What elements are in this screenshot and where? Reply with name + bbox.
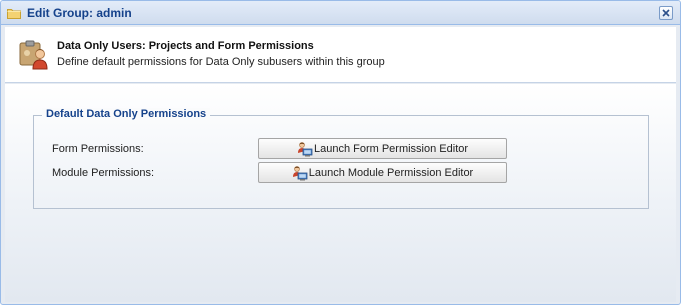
header-panel: Data Only Users: Projects and Form Permi… <box>5 27 676 83</box>
form-permissions-label: Form Permissions: <box>52 143 144 155</box>
content-panel: Default Data Only Permissions Form Permi… <box>5 84 676 302</box>
edit-group-dialog: Edit Group: admin Data Only Users: Proje… <box>0 0 681 305</box>
user-computer-icon <box>292 165 308 181</box>
module-permissions-label: Module Permissions: <box>52 167 155 179</box>
users-permissions-icon <box>17 39 49 71</box>
folder-icon <box>7 7 21 19</box>
dialog-title: Edit Group: admin <box>27 6 132 20</box>
close-icon[interactable] <box>659 6 673 20</box>
header-description: Define default permissions for Data Only… <box>57 56 385 68</box>
launch-module-permission-editor-button[interactable]: Launch Module Permission Editor <box>258 162 507 183</box>
fieldset-legend: Default Data Only Permissions <box>42 108 211 120</box>
permissions-fieldset: Default Data Only Permissions Form Permi… <box>33 108 649 209</box>
launch-module-permission-editor-label: Launch Module Permission Editor <box>308 166 474 179</box>
launch-form-permission-editor-label: Launch Form Permission Editor <box>313 142 469 155</box>
user-computer-icon <box>297 141 313 157</box>
launch-form-permission-editor-button[interactable]: Launch Form Permission Editor <box>258 138 507 159</box>
header-title: Data Only Users: Projects and Form Permi… <box>57 40 314 52</box>
dialog-titlebar[interactable]: Edit Group: admin <box>1 1 680 25</box>
